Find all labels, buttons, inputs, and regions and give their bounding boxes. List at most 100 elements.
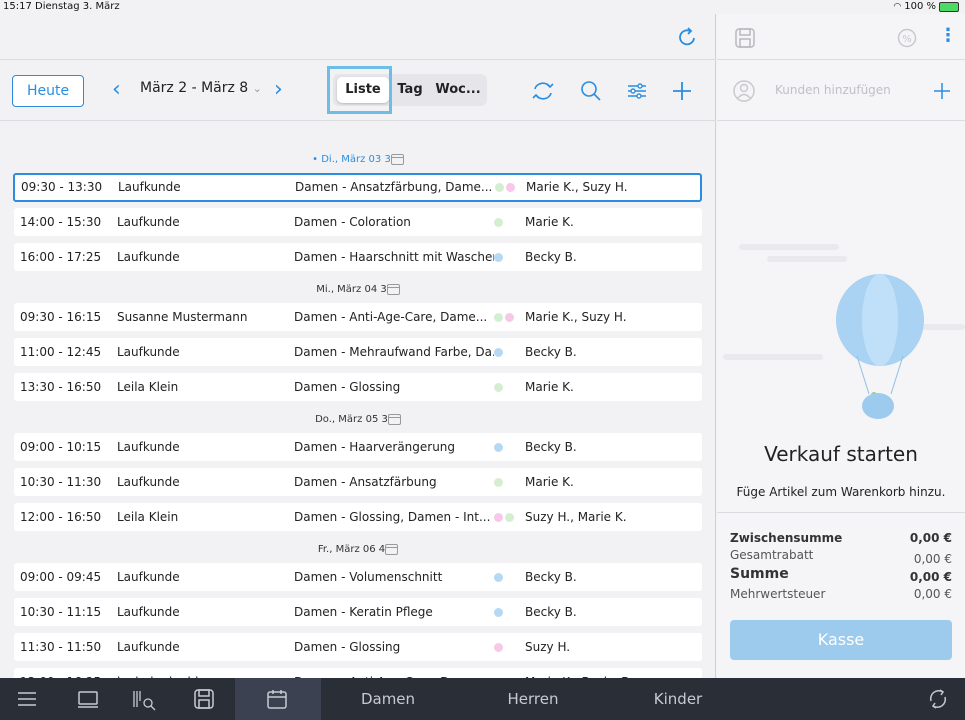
- customer-icon: [733, 80, 755, 102]
- vat-row: Mehrwertsteuer 0,00 €: [730, 587, 952, 601]
- sync-bottom-icon[interactable]: [927, 688, 949, 710]
- vat-value: 0,00 €: [913, 587, 952, 601]
- appointment-row[interactable]: 16:00 - 17:25 Laufkunde Damen - Haarschnit…: [14, 243, 702, 271]
- empty-cart-title: Verkauf starten: [764, 442, 918, 466]
- appointment-service: Damen - Haarverängerung: [294, 440, 456, 454]
- appointment-row[interactable]: 11:00 - 12:45 Laufkunde Damen - Mehraufwan…: [14, 338, 702, 366]
- total-row: Summe 0,00 €: [730, 566, 952, 584]
- day-appointment-count: 3: [381, 414, 388, 425]
- barcode-search-icon[interactable]: [132, 689, 158, 711]
- appointment-row[interactable]: 13:00 - 16:25 loubaba kaddoura Damen - Ant…: [14, 668, 702, 678]
- status-bar: 15:17 Dienstag 3. März ◠ 100 %: [0, 0, 965, 14]
- subtotal-row: Zwischensumme 0,00 €: [730, 531, 952, 545]
- tab-woche[interactable]: Woc...: [431, 77, 485, 103]
- appointment-service: Damen - Ansatzfärbung: [294, 475, 437, 489]
- sync-icon[interactable]: [531, 80, 555, 102]
- focus-highlight: [327, 66, 392, 114]
- menu-icon[interactable]: [17, 691, 37, 707]
- saved-carts-icon[interactable]: [194, 689, 214, 709]
- discount-label: Gesamtrabatt: [730, 548, 814, 562]
- discount-row: Gesamtrabatt 0,00 €: [730, 548, 952, 566]
- staff-color-dot: [494, 513, 503, 522]
- appointment-time: 10:30 - 11:30: [20, 475, 102, 489]
- staff-dots: [495, 175, 517, 200]
- subtotal-label: Zwischensumme: [730, 531, 843, 545]
- appointment-service: Damen - Glossing, Damen - Int...: [294, 510, 491, 524]
- category-herren[interactable]: Herren: [491, 678, 575, 720]
- appointment-row[interactable]: 10:30 - 11:30 Laufkunde Damen - Ansatzfärb…: [14, 468, 702, 496]
- staff-color-dot: [494, 573, 503, 582]
- add-customer-icon[interactable]: [933, 82, 951, 100]
- next-week-icon[interactable]: ›: [274, 75, 283, 105]
- day-header-label: Di., März 03: [321, 154, 382, 165]
- today-button[interactable]: Heute: [12, 75, 84, 107]
- staff-dots: [494, 633, 505, 661]
- appointment-row[interactable]: 12:00 - 16:50 Leila Klein Damen - Glossing…: [14, 503, 702, 531]
- appointment-time: 13:00 - 16:25: [20, 668, 101, 678]
- appointment-time: 09:30 - 13:30: [21, 180, 103, 194]
- appointment-service: Damen - Anti-Age-Care, Dame...: [294, 668, 494, 678]
- staff-dots: [494, 243, 505, 271]
- customer-placeholder[interactable]: Kunden hinzufügen: [775, 83, 891, 97]
- empty-cart-subtitle: Füge Artikel zum Warenkorb hinzu.: [736, 485, 946, 499]
- save-icon[interactable]: [735, 28, 755, 48]
- add-appointment-icon[interactable]: [672, 81, 692, 101]
- staff-color-dot: [494, 218, 503, 227]
- appointment-row[interactable]: 09:00 - 09:45 Laufkunde Damen - Volumensch…: [14, 563, 702, 591]
- appointment-row[interactable]: 13:30 - 16:50 Leila Klein Damen - Glossing…: [14, 373, 702, 401]
- appointment-service: Damen - Glossing: [294, 640, 401, 654]
- appointment-service: Damen - Keratin Pflege: [294, 605, 433, 619]
- calendar-icon[interactable]: [267, 689, 287, 709]
- appointment-row[interactable]: 09:30 - 13:30 Laufkunde Damen - Ansatzfärb…: [13, 173, 702, 202]
- appointment-staff: Suzy H., Marie K.: [525, 510, 627, 524]
- refresh-icon[interactable]: [678, 26, 698, 48]
- more-options-icon[interactable]: ⋮: [939, 24, 957, 48]
- battery-percent: 100 %: [904, 1, 936, 12]
- today-dot-icon: •: [312, 154, 322, 165]
- category-kinder[interactable]: Kinder: [636, 678, 720, 720]
- appointment-staff: Marie K., Suzy H.: [526, 180, 628, 194]
- appointment-row[interactable]: 10:30 - 11:15 Laufkunde Damen - Keratin Pf…: [14, 598, 702, 626]
- day-appointment-count: 3: [384, 154, 391, 165]
- top-bar: [0, 14, 716, 60]
- appointment-row[interactable]: 09:30 - 16:15 Susanne Mustermann Damen - A…: [14, 303, 702, 331]
- filter-icon[interactable]: [626, 82, 648, 100]
- search-icon[interactable]: [580, 80, 602, 102]
- appointment-time: 09:00 - 10:15: [20, 440, 102, 454]
- appointment-time: 11:30 - 11:50: [20, 640, 102, 654]
- appointment-service: Damen - Haarschnitt mit Waschen: [294, 250, 494, 264]
- vat-label: Mehrwertsteuer: [730, 587, 826, 601]
- day-header: Do., März 05 3: [0, 407, 716, 433]
- appointment-row[interactable]: 09:00 - 10:15 Laufkunde Damen - Haarveräng…: [14, 433, 702, 461]
- discount-icon[interactable]: %: [897, 28, 917, 48]
- day-header: Fr., März 06 4: [0, 537, 716, 563]
- appointment-staff: Becky B.: [525, 605, 577, 619]
- calendar-toolbar: Heute ‹ März 2 - März 8 ⌄ › Liste Tag Wo…: [0, 61, 716, 121]
- register-icon[interactable]: [77, 691, 99, 709]
- staff-color-dot: [494, 443, 503, 452]
- customer-row[interactable]: Kunden hinzufügen: [717, 61, 965, 121]
- staff-color-dot: [494, 253, 503, 262]
- svg-text:%: %: [902, 34, 912, 45]
- checkout-pane: % ⋮ Kunden hinzufügen Verkauf starten Fü…: [717, 14, 965, 678]
- day-header-label: Mi., März 04: [316, 284, 378, 295]
- calendar-small-icon: [390, 153, 404, 165]
- appointment-list[interactable]: • Di., März 03 3 09:30 - 13:30 Laufkunde Da…: [0, 121, 716, 678]
- appointment-row[interactable]: 14:00 - 15:30 Laufkunde Damen - Coloration…: [14, 208, 702, 236]
- appointment-staff: Becky B.: [525, 250, 577, 264]
- category-damen[interactable]: Damen: [346, 678, 430, 720]
- checkout-button[interactable]: Kasse: [730, 620, 952, 660]
- appointment-row[interactable]: 11:30 - 11:50 Laufkunde Damen - Glossing Su…: [14, 633, 702, 661]
- date-range-picker[interactable]: März 2 - März 8 ⌄: [140, 80, 262, 96]
- staff-color-dot: [505, 313, 514, 322]
- appointment-time: 11:00 - 12:45: [20, 345, 102, 359]
- staff-color-dot: [494, 478, 503, 487]
- staff-color-dot: [494, 348, 503, 357]
- day-header-label: Do., März 05: [315, 414, 379, 425]
- appointment-time: 12:00 - 16:50: [20, 510, 102, 524]
- prev-week-icon[interactable]: ‹: [112, 75, 121, 105]
- appointment-customer: Laufkunde: [117, 345, 180, 359]
- wifi-icon: ◠: [893, 2, 902, 12]
- checkout-topbar: % ⋮: [717, 14, 965, 60]
- tab-tag[interactable]: Tag: [393, 77, 427, 103]
